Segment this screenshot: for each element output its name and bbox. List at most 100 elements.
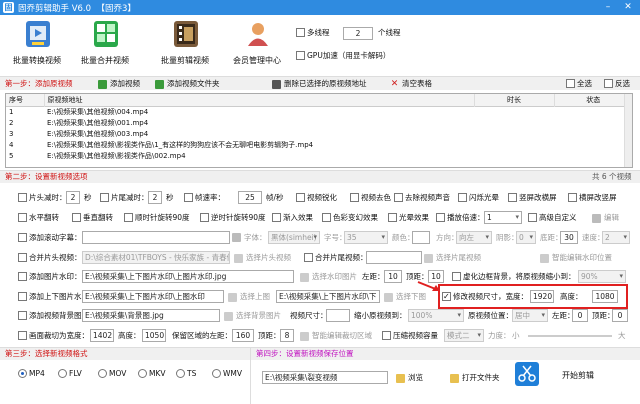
format-mov[interactable]: MOV [98,368,126,380]
add-video-button[interactable]: 添加视频 [98,78,140,90]
vflip-option[interactable]: 垂直翻转 [72,212,113,224]
crop-option[interactable]: 画面裁切为宽度： [18,330,89,342]
crop-left-input[interactable]: 160 [232,329,254,342]
batch-convert-button[interactable]: 批量转换视频 [6,19,68,71]
add-folder-button[interactable]: 添加视频文件夹 [155,78,220,90]
scroll-text-option[interactable]: 添加滚动字幕： [18,232,82,244]
crop-height-input[interactable]: 1050 [142,329,166,342]
rotate-ccw-option[interactable]: 逆时针旋转90度 [200,212,266,224]
choose-watermark-button[interactable]: 选择水印图片 [300,271,357,283]
video-table[interactable]: 序号 原视频地址 时长 状态 1 E:\视频采集\其他视频\004.mp4 2 E:… [5,93,633,168]
light-effect-option[interactable]: 光晕效果 [388,212,429,224]
clear-table-button[interactable]: ✕ 清空表格 [390,78,432,90]
open-folder-button[interactable]: 打开文件夹 [450,372,500,384]
sharpen-option[interactable]: 视频锐化 [296,192,337,204]
font-size-select[interactable]: 35 [344,231,388,244]
merge-head-option[interactable]: 合并片头视频： [18,252,82,264]
choose-head-button[interactable]: 选择片头视频 [234,252,291,264]
hflip-option[interactable]: 水平翻转 [18,212,59,224]
vertical-to-horizontal-option[interactable]: 竖屏改横屏 [508,192,557,204]
gpu-option[interactable]: GPU加速（用显卡解码） [296,50,390,62]
bg-image-path-input[interactable]: E:\视频采集\背景图.jpg [82,309,220,322]
cut-tail-input[interactable]: 2 [148,191,162,204]
fps-option[interactable]: 帧速率： [184,192,225,204]
fps-input[interactable]: 25 [238,191,262,204]
smart-watermark-button[interactable]: 智能编辑水印位置 [540,252,612,264]
merge-tail-option[interactable]: 合并片尾视频： [304,252,368,264]
scroll-direction-select[interactable]: 向左 [456,231,492,244]
cut-head-input[interactable]: 2 [66,191,80,204]
scissors-icon[interactable] [515,362,539,386]
save-path-input[interactable]: E:\视频采集\裂变视频 [262,371,388,384]
bottom-image-path-input[interactable]: E:\视频采集\上下图片水印\下 [276,290,380,303]
text-edit-icon[interactable] [232,233,241,242]
width-input[interactable]: 1920 [530,290,554,303]
choose-tail-button[interactable]: 选择片尾视频 [424,252,481,264]
crop-top-input[interactable]: 8 [280,329,294,342]
blur-scale-select[interactable]: 90% [578,270,626,283]
compress-mode-select[interactable]: 模式二 [444,329,484,342]
table-row[interactable]: 1 E:\视频采集\其他视频\004.mp4 [6,106,632,117]
font-color-picker[interactable] [412,231,430,244]
invert-option[interactable]: 反选 [604,78,630,90]
cut-head-option[interactable]: 片头减时： [18,192,67,204]
shrink-select[interactable]: 100% [408,309,464,322]
batch-merge-button[interactable]: 批量合并视频 [74,19,136,71]
smart-crop-button[interactable]: 智能编辑裁切区域 [300,330,372,342]
scroll-text-input[interactable] [82,231,230,244]
head-video-path-input[interactable]: D:\综合素材01\TFBOYS - 快乐家族 - 青春修 [82,251,230,264]
select-all-option[interactable]: 全选 [566,78,592,90]
position-select[interactable]: 居中 [512,309,548,322]
scroll-bottom-input[interactable]: 30 [560,231,578,244]
close-icon[interactable]: ✕ [620,1,636,13]
crop-width-input[interactable]: 1402 [90,329,114,342]
tail-video-path-input[interactable] [366,251,422,264]
horizontal-to-vertical-option[interactable]: 横屏改竖屏 [568,192,617,204]
table-row[interactable]: 4 E:\视频采集\其他视频\影视类作品\1_有这样的狗狗应该不会无聊吧电影剪辑狗… [6,139,632,150]
choose-top-image-button[interactable]: 选择上图 [228,291,270,303]
scroll-speed-select[interactable]: 2 [602,231,630,244]
multithread-option[interactable]: 多线程 [296,27,330,39]
top-image-path-input[interactable]: E:\视频采集\上下图片水印\上图水印 [82,290,224,303]
color-effect-option[interactable]: 色彩变幻效果 [322,212,378,224]
watermark-path-input[interactable]: E:\视频采集\上下图片水印\上图片水印.jpg [82,270,294,283]
format-mkv[interactable]: MKV [138,368,166,380]
table-scrollbar[interactable] [624,94,632,167]
bg-left-input[interactable]: 0 [572,309,588,322]
advanced-option[interactable]: 高级自定义 [528,212,577,224]
format-flv[interactable]: FLV [58,368,82,380]
blur-border-option[interactable]: 虚化边框背景，将原视频缩小到： [452,271,576,283]
member-center-button[interactable]: 会员管理中心 [226,19,288,71]
table-row[interactable]: 2 E:\视频采集\其他视频\001.mp4 [6,117,632,128]
compress-strength-slider[interactable] [528,335,612,337]
bg-top-input[interactable]: 0 [612,309,628,322]
fadein-option[interactable]: 渐入效果 [272,212,313,224]
table-row[interactable]: 3 E:\视频采集\其他视频\003.mp4 [6,128,632,139]
start-edit-button[interactable]: 开始剪辑 [562,370,594,382]
browse-button[interactable]: 浏览 [396,372,423,384]
minimize-icon[interactable]: – [600,1,616,13]
format-mp4[interactable]: MP4 [18,368,45,380]
format-ts[interactable]: TS [176,368,196,380]
font-select[interactable]: 黑体(simhei) [268,231,320,244]
watermark-left-input[interactable]: 10 [384,270,402,283]
height-input[interactable]: 1080 [592,290,618,303]
shadow-select[interactable]: 0 [516,231,536,244]
delete-selected-button[interactable]: 删除已选择的原视频地址 [272,78,367,90]
image-watermark-option[interactable]: 添加图片水印： [18,271,82,283]
choose-bg-button[interactable]: 选择背景图片 [224,310,281,322]
cut-tail-option[interactable]: 片尾减时： [100,192,149,204]
gpu-checkbox[interactable] [296,50,305,60]
multithread-checkbox[interactable] [296,27,305,37]
compress-option[interactable]: 压缩视频容量 [382,330,438,342]
advanced-edit-button[interactable]: 编辑 [592,212,619,224]
speed-select[interactable]: 1 [484,211,522,224]
video-size-input[interactable] [326,309,350,322]
thread-count-input[interactable]: 2 [343,27,373,40]
decolor-option[interactable]: 视频去色 [350,192,391,204]
format-wmv[interactable]: WMV [212,368,242,380]
speed-option[interactable]: 播放倍速： [436,212,485,224]
batch-edit-button[interactable]: 批量剪辑视频 [154,19,216,71]
flash-option[interactable]: 闪烁光晕 [458,192,499,204]
remove-audio-option[interactable]: 去除视频声音 [394,192,450,204]
